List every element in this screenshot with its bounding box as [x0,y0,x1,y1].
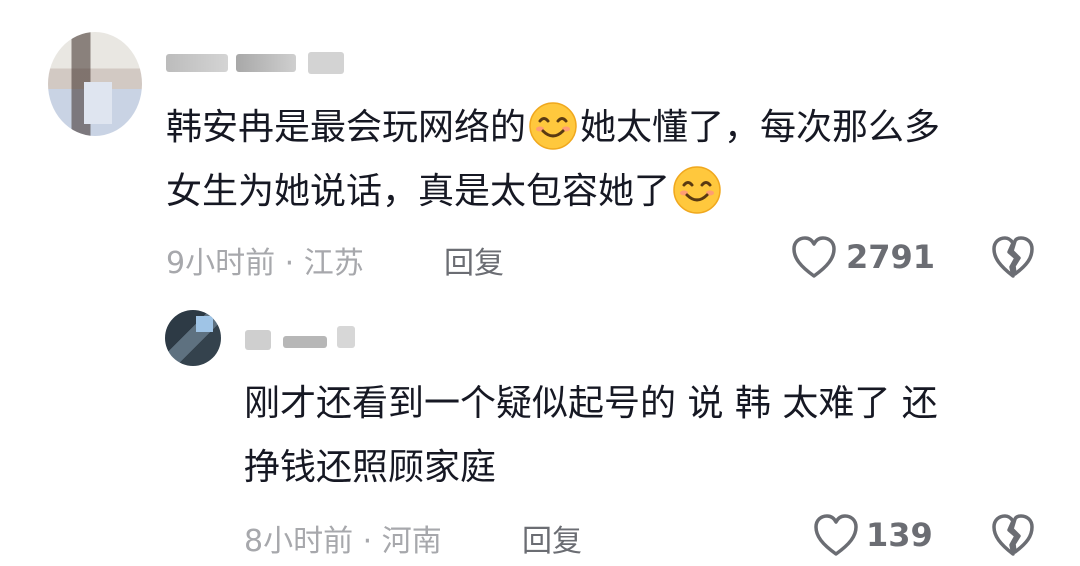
smile-emoji-icon [529,102,577,150]
replier-name-blurred[interactable] [245,330,271,350]
replier-avatar[interactable] [165,310,221,366]
commenter-avatar[interactable] [48,32,142,136]
like-count: 139 [866,516,933,554]
comment-text-line-2: 女生为她说话，真是太包容她了 [166,160,724,224]
reply-button[interactable]: 回复 [444,238,504,282]
comment-text-part: 她太懂了，每次那么多 [580,107,941,148]
comment-text-part: 韩安冉是最会玩网络的 [166,107,527,148]
comment-text-line-1: 韩安冉是最会玩网络的 她太懂了，每次那么多 [166,96,940,160]
reply-text-line-1: 刚才还看到一个疑似起号的 说 韩 太难了 还 [244,383,938,424]
reply-button[interactable]: 回复 [522,516,582,560]
replier-name-blurred [283,336,327,348]
dislike-broken-heart-icon[interactable] [990,512,1036,558]
comment-text-part: 女生为她说话，真是太包容她了 [166,171,671,212]
like-count: 2791 [846,238,936,276]
commenter-name-blurred [308,52,344,74]
dislike-broken-heart-icon[interactable] [990,234,1036,280]
like-heart-icon[interactable] [812,512,860,558]
replier-name-blurred [337,326,355,348]
commenter-name-blurred[interactable] [166,54,228,72]
reply-text-line-2: 挣钱还照顾家庭 [244,447,497,488]
smile-emoji-icon [673,166,721,214]
commenter-name-blurred [236,54,296,72]
comment-time-location: 9小时前 · 江苏 [166,246,364,281]
reply-time-location: 8小时前 · 河南 [244,524,442,559]
like-heart-icon[interactable] [790,234,838,280]
